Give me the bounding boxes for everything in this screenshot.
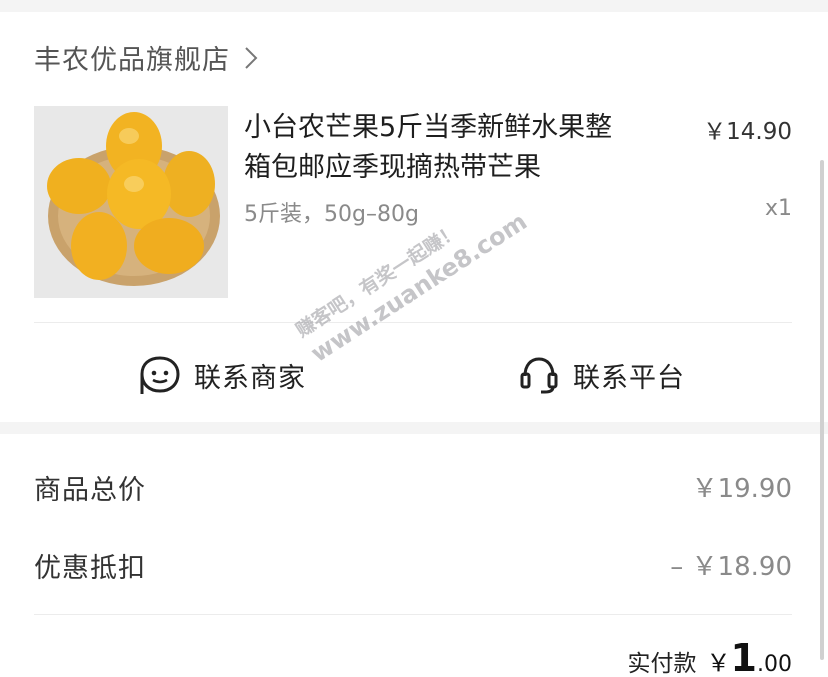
amount-paid-currency: ￥ <box>706 649 731 677</box>
product-title-line2: 箱包邮应季现摘热带芒果 <box>244 152 541 183</box>
product-title-line1: 小台农芒果5斤当季新鲜水果整 <box>244 112 613 143</box>
total-price-value: ￥19.90 <box>691 474 792 504</box>
product-spec: 5斤装，50g–80g <box>244 202 419 227</box>
contact-platform-label: 联系平台 <box>573 362 685 394</box>
amount-paid-label: 实付款 <box>627 651 697 677</box>
discount-value: – ￥18.90 <box>670 552 792 582</box>
product-quantity: x1 <box>764 196 792 221</box>
product-price: ￥14.90 <box>703 119 792 145</box>
divider <box>34 614 792 615</box>
product-image[interactable] <box>34 106 228 298</box>
contact-merchant-button[interactable]: 联系商家 <box>138 352 306 398</box>
chevron-right-icon <box>245 46 258 69</box>
amount-paid: 实付款 ￥ 1 .00 <box>628 636 792 677</box>
contact-merchant-label: 联系商家 <box>194 362 306 394</box>
total-price-label: 商品总价 <box>34 475 146 506</box>
amount-paid-integer: 1 <box>730 636 757 677</box>
store-link[interactable]: 丰农优品旗舰店 <box>34 38 258 77</box>
divider <box>34 322 792 323</box>
headset-icon <box>520 357 558 394</box>
discount-label: 优惠抵扣 <box>34 553 146 584</box>
scrollbar[interactable] <box>820 160 824 660</box>
mango-image-icon <box>34 106 228 298</box>
product-title[interactable]: 小台农芒果5斤当季新鲜水果整 箱包邮应季现摘热带芒果 <box>244 108 664 188</box>
amount-paid-decimal: .00 <box>757 652 792 677</box>
store-name: 丰农优品旗舰店 <box>34 45 230 76</box>
smiley-chat-icon <box>140 356 180 394</box>
contact-platform-button[interactable]: 联系平台 <box>517 352 685 398</box>
